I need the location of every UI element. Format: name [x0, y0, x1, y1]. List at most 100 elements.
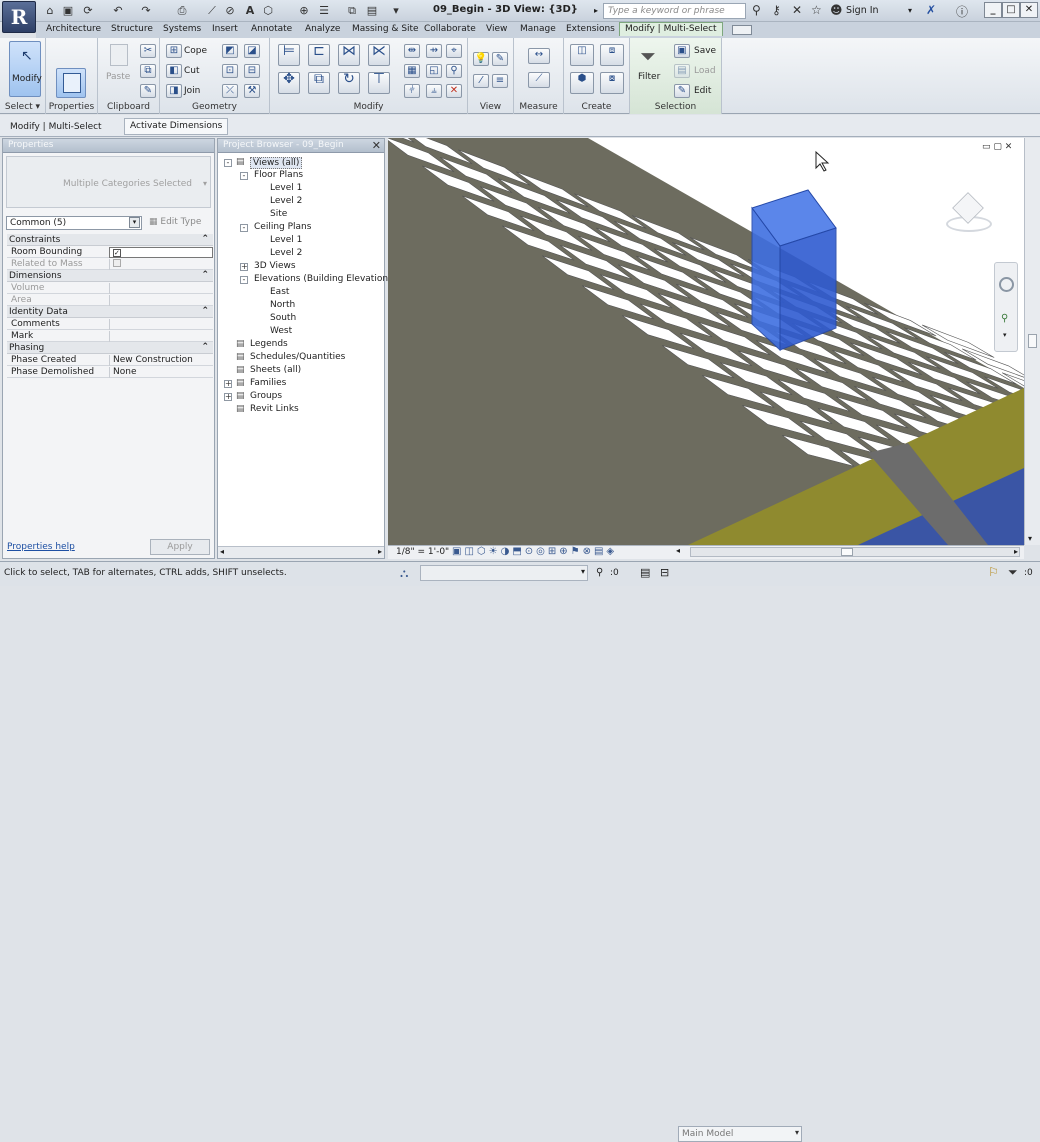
hide-in-view-icon[interactable]: 💡: [473, 52, 489, 66]
selected-mass-box[interactable]: [751, 189, 837, 352]
identity-data-section[interactable]: Identity Data ⌃: [7, 306, 213, 318]
redo-icon[interactable]: ↷: [138, 3, 154, 18]
room-bounding-checkbox[interactable]: ✓: [113, 249, 121, 257]
favorites-star-icon[interactable]: ☆: [811, 3, 822, 17]
tree-toggle-icon[interactable]: +: [240, 263, 248, 271]
zoom-icon[interactable]: ⚲: [1001, 313, 1008, 324]
copy-element-icon[interactable]: ⧉: [308, 72, 330, 94]
rotate-icon[interactable]: ↻: [338, 72, 360, 94]
browser-tree-item[interactable]: Views (all): [250, 157, 303, 169]
view-control-icons[interactable]: ▣◫⬡☀◑⬒⊙◎⊞⊕⚑⊗▤◈: [452, 546, 617, 557]
application-menu-button[interactable]: R: [2, 1, 36, 33]
communication-icon[interactable]: ✕: [792, 3, 802, 17]
match-type-icon[interactable]: ✎: [140, 84, 156, 98]
browser-tree-item[interactable]: East: [270, 287, 289, 297]
edit-type-button[interactable]: ▦ Edit Type: [147, 216, 209, 230]
save-selection-icon[interactable]: ▣: [674, 44, 690, 58]
hammer-icon[interactable]: ⚒: [244, 84, 260, 98]
switch-windows-icon[interactable]: ▤: [364, 3, 380, 18]
design-options-dropdown-icon[interactable]: ⊟: [660, 566, 669, 579]
browser-tree-item[interactable]: Revit Links: [250, 404, 299, 414]
properties-button[interactable]: [56, 68, 86, 98]
tree-toggle-icon[interactable]: -: [224, 159, 232, 167]
array-icon[interactable]: ▦: [404, 64, 420, 78]
browser-tree-item[interactable]: Elevations (Building Elevation: [254, 274, 388, 284]
save-selection-button[interactable]: Save: [694, 46, 716, 56]
measure-between-icon[interactable]: ⟋: [528, 72, 550, 88]
undo-icon[interactable]: ↶: [110, 3, 126, 18]
trim-multiple-icon[interactable]: ⫩: [404, 84, 420, 98]
open-icon[interactable]: ⌂: [42, 3, 58, 18]
cope-button[interactable]: Cope: [184, 46, 207, 56]
scroll-right-icon[interactable]: ▸: [378, 547, 382, 556]
join-icon[interactable]: ◨: [166, 84, 182, 98]
tab-systems[interactable]: Systems: [163, 24, 201, 34]
text-icon[interactable]: A: [242, 3, 258, 18]
browser-tree-item[interactable]: Groups: [250, 391, 282, 401]
linework-icon[interactable]: ⁄: [473, 74, 489, 88]
edit-selection-button[interactable]: Edit: [694, 86, 711, 96]
tab-extensions[interactable]: Extensions: [566, 24, 615, 34]
subscription-icon[interactable]: ⚷: [772, 3, 781, 17]
split-element-icon[interactable]: ⇹: [404, 44, 420, 58]
help-icon[interactable]: ⓘ: [956, 3, 968, 20]
sign-in-dropdown-icon[interactable]: ▾: [908, 6, 912, 15]
load-selection-icon[interactable]: ▤: [674, 64, 690, 78]
search-input[interactable]: Type a keyword or phrase: [603, 3, 746, 19]
design-options-icon[interactable]: ▤: [640, 566, 650, 579]
split-face-icon[interactable]: ◩: [222, 44, 238, 58]
sync-icon[interactable]: ⟳: [80, 3, 96, 18]
trim-extend-icon[interactable]: ⊤: [368, 72, 390, 94]
constraints-section[interactable]: Constraints ⌃: [7, 234, 213, 246]
create-group-icon[interactable]: ⧈: [600, 44, 624, 66]
tree-toggle-icon[interactable]: +: [224, 393, 232, 401]
tree-toggle-icon[interactable]: -: [240, 276, 248, 284]
cope-icon[interactable]: ⊞: [166, 44, 182, 58]
design-option-select[interactable]: Main Model ▾: [678, 1126, 802, 1142]
minimize-button[interactable]: _: [984, 2, 1002, 18]
print-icon[interactable]: ⎙: [174, 3, 190, 18]
workset-select[interactable]: ▾: [420, 565, 588, 581]
horizontal-scroll-thumb[interactable]: [841, 548, 853, 556]
mirror-pick-icon[interactable]: ⋈: [338, 44, 360, 66]
filter-button[interactable]: Filter: [638, 72, 660, 82]
section-icon[interactable]: ⊕: [296, 3, 312, 18]
unpin-icon[interactable]: ⌖: [446, 44, 462, 58]
load-selection-button[interactable]: Load: [694, 66, 716, 76]
steering-wheel-icon[interactable]: [999, 277, 1014, 292]
phase-demolished-field[interactable]: None: [109, 367, 213, 378]
browser-tree-item[interactable]: North: [270, 300, 295, 310]
tab-view[interactable]: View: [486, 24, 507, 34]
phasing-section[interactable]: Phasing ⌃: [7, 342, 213, 354]
scale-icon[interactable]: ◱: [426, 64, 442, 78]
close-button[interactable]: ✕: [1020, 2, 1038, 18]
exchange-apps-icon[interactable]: ✗: [926, 3, 936, 17]
browser-tree-item[interactable]: West: [270, 326, 292, 336]
close-hidden-icon[interactable]: ⧉: [344, 3, 360, 18]
viewport-vertical-scrollbar[interactable]: ▾: [1024, 138, 1040, 545]
browser-tree-item[interactable]: Floor Plans: [254, 170, 303, 180]
wall-joins-icon[interactable]: ⊡: [222, 64, 238, 78]
view-bar-scroll-left-icon[interactable]: ◂: [676, 546, 680, 555]
viewport-horizontal-scrollbar[interactable]: ▸: [690, 547, 1020, 557]
browser-tree-item[interactable]: Sheets (all): [250, 365, 301, 375]
thin-lines-icon[interactable]: ☰: [316, 3, 332, 18]
apply-button[interactable]: Apply: [150, 539, 210, 555]
save-icon[interactable]: ▣: [60, 3, 76, 18]
modify-button[interactable]: ↖ Modify: [9, 41, 42, 97]
phase-created-field[interactable]: New Construction: [109, 355, 213, 366]
tab-manage[interactable]: Manage: [520, 24, 556, 34]
comments-field[interactable]: [109, 319, 213, 330]
mirror-draw-icon[interactable]: ⋉: [368, 44, 390, 66]
editing-requests-icon[interactable]: ⚲: [596, 567, 603, 578]
create-similar-icon[interactable]: ⧇: [600, 72, 624, 94]
scroll-left-icon[interactable]: ◂: [220, 547, 224, 556]
paste-button[interactable]: Paste: [106, 72, 130, 82]
tree-toggle-icon[interactable]: -: [240, 172, 248, 180]
split-gap-icon[interactable]: ⇸: [426, 44, 442, 58]
ribbon-minimize-toggle[interactable]: [732, 25, 752, 35]
3d-view-icon[interactable]: ⬡: [260, 3, 276, 18]
view-window-controls[interactable]: ▭ ▢ ✕: [982, 142, 1012, 152]
dimensions-section[interactable]: Dimensions ⌃: [7, 270, 213, 282]
copy-icon[interactable]: ⧉: [140, 64, 156, 78]
